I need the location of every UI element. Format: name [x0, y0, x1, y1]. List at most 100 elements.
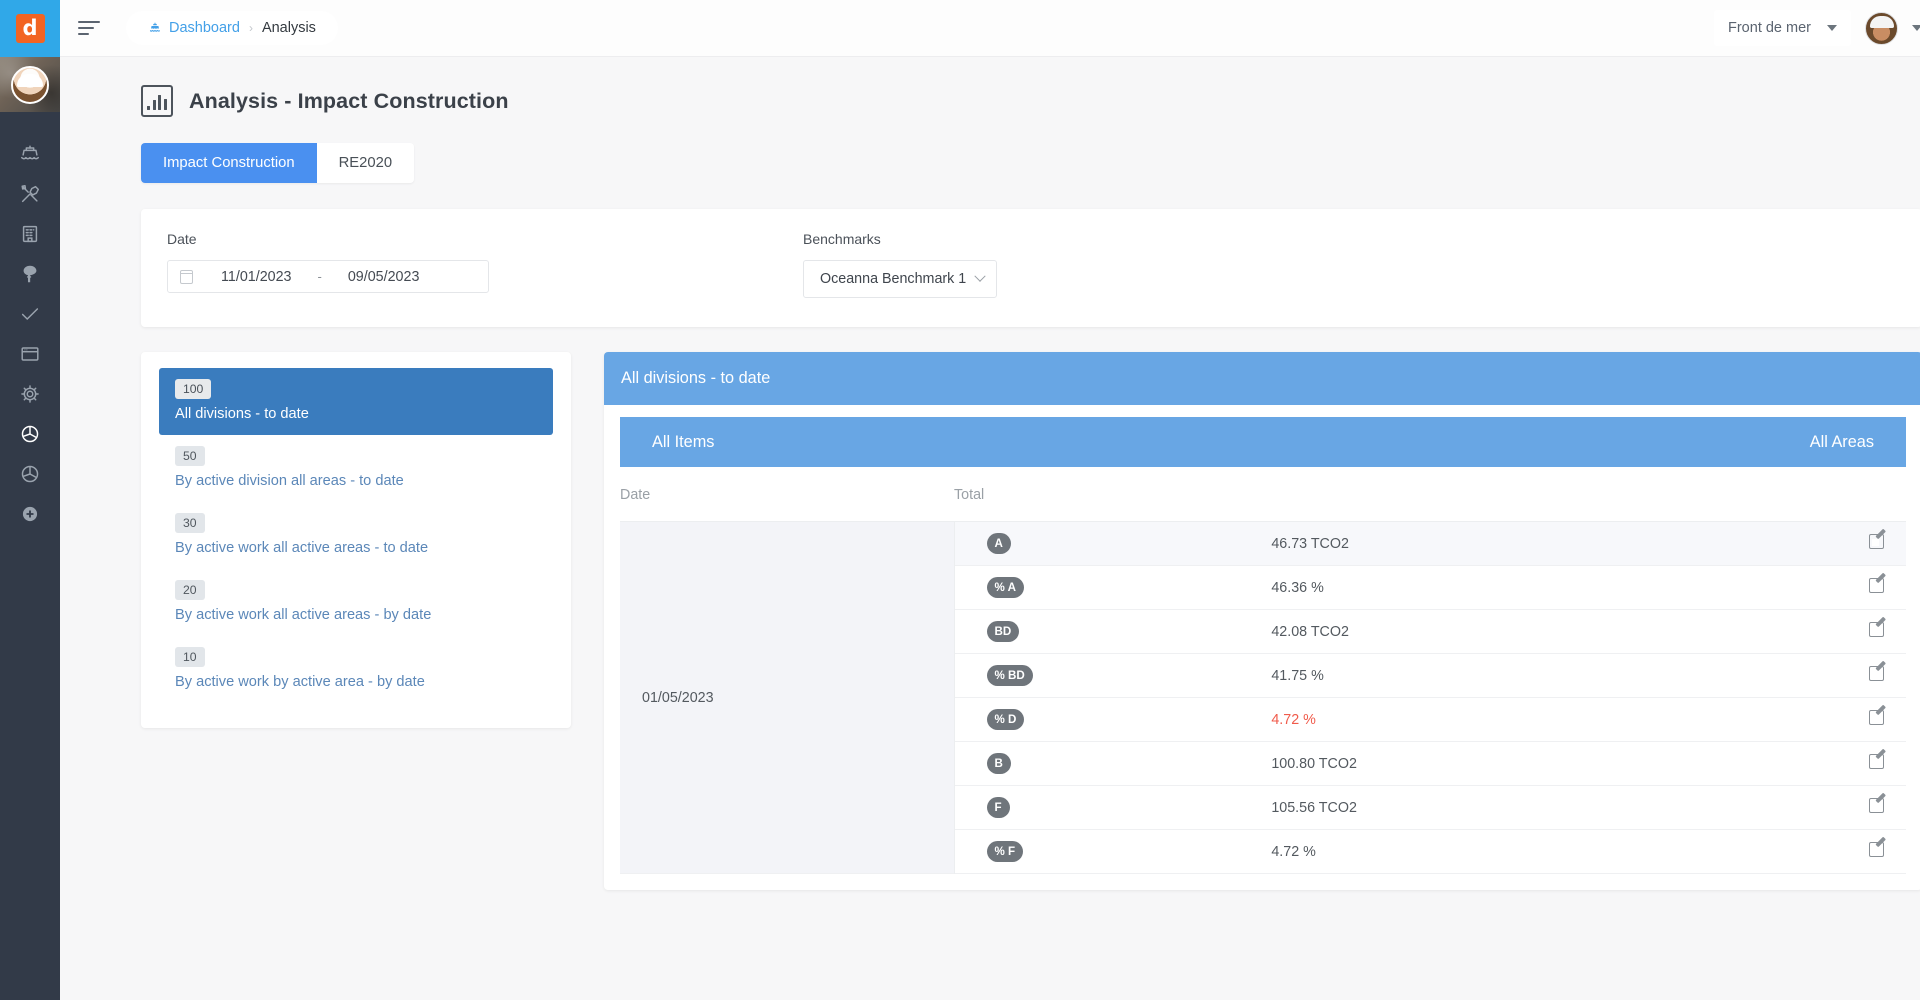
benchmarks-filter: Benchmarks Oceanna Benchmark 1: [803, 231, 997, 305]
cell-value: 4.72 %: [1271, 843, 1316, 860]
cell-actions: [1589, 786, 1906, 830]
cell-value: 46.36 %: [1271, 579, 1324, 596]
filters-card: Date 11/01/2023 - 09/05/2023 Benchmarks …: [141, 209, 1920, 327]
edit-icon[interactable]: [1869, 797, 1884, 813]
column-header-total: Total: [954, 467, 1906, 522]
list-item[interactable]: 100 All divisions - to date: [159, 368, 553, 435]
pie-chart-icon: [19, 463, 41, 485]
ship-icon: [148, 21, 162, 35]
cell-value: 41.75 %: [1271, 667, 1324, 684]
cell-actions: [1589, 830, 1906, 874]
sidebar-item-settings[interactable]: [0, 374, 60, 414]
sidebar-item-check[interactable]: [0, 294, 60, 334]
company-selector-label: Front de mer: [1728, 20, 1811, 36]
benchmarks-select[interactable]: Oceanna Benchmark 1: [803, 260, 997, 298]
edit-icon[interactable]: [1869, 841, 1884, 857]
bar-chart-icon: [141, 85, 173, 117]
metric-badge: % BD: [986, 665, 1033, 686]
sidebar-item-browser[interactable]: [0, 334, 60, 374]
cell-badge: A: [954, 521, 1272, 566]
edit-icon[interactable]: [1869, 621, 1884, 637]
list-item-number: 20: [175, 580, 205, 600]
list-item-label: By active work all active areas - by dat…: [175, 607, 432, 623]
sidebar-item-analysis[interactable]: [0, 414, 60, 454]
cell-badge: B: [954, 742, 1271, 786]
cell-badge: F: [954, 786, 1271, 830]
app-root: d Dashboard › Analysis Front de mer Anal…: [0, 0, 1920, 1000]
list-item[interactable]: 10 By active work by active area - by da…: [159, 636, 553, 703]
pie-chart-icon: [19, 423, 41, 445]
cell-badge: BD: [954, 610, 1271, 654]
plus-circle-icon: [20, 504, 40, 524]
cell-date: 01/05/2023: [620, 521, 955, 874]
metric-badge: B: [986, 753, 1011, 774]
list-item-number: 100: [175, 379, 212, 399]
date-filter-label: Date: [167, 231, 197, 247]
cell-badge: % A: [954, 566, 1271, 610]
cell-badge: % BD: [954, 654, 1271, 698]
date-filter: Date 11/01/2023 - 09/05/2023: [167, 231, 803, 305]
user-avatar[interactable]: [1865, 11, 1898, 45]
cell-value: 105.56 TCO2: [1271, 799, 1357, 816]
sidebar-nav: [0, 112, 60, 1000]
list-item-label: By active work all active areas - to dat…: [175, 540, 429, 556]
table-row: 01/05/2023 A 46.73 TCO2: [620, 521, 1906, 874]
page-body: Analysis - Impact Construction Impact Co…: [60, 57, 1920, 1000]
logo-letter: d: [15, 14, 45, 43]
results-sub-banner: All Items All Areas: [620, 417, 1906, 467]
top-bar: Dashboard › Analysis Front de mer: [60, 0, 1920, 57]
date-range-input[interactable]: 11/01/2023 - 09/05/2023: [167, 260, 489, 293]
user-menu-chevron-down-icon[interactable]: [1912, 25, 1920, 31]
list-item-label: By active work by active area - by date: [175, 674, 425, 690]
tab-impact-construction[interactable]: Impact Construction: [141, 143, 317, 183]
sidebar-item-reports[interactable]: [0, 454, 60, 494]
results-table-head: Date Total: [620, 467, 1906, 522]
sidebar: d: [0, 0, 60, 1000]
cell-badge: % F: [954, 830, 1271, 874]
cell-badge: % D: [954, 698, 1271, 742]
tab-re2020[interactable]: RE2020: [316, 143, 415, 183]
chevron-down-icon: [1827, 25, 1837, 31]
results-banner: All divisions - to date: [604, 352, 1920, 405]
analysis-tabs: Impact Construction RE2020: [141, 143, 415, 183]
edit-icon[interactable]: [1869, 533, 1884, 549]
cell-value: 4.72 %: [1271, 711, 1316, 728]
date-range-separator: -: [317, 269, 322, 284]
cell-actions: [1589, 742, 1906, 786]
check-icon: [19, 303, 41, 325]
benchmarks-filter-label: Benchmarks: [803, 231, 881, 247]
app-logo[interactable]: d: [0, 0, 60, 57]
breadcrumb-dashboard-link[interactable]: Dashboard: [148, 20, 240, 36]
page-header: Analysis - Impact Construction: [82, 57, 1920, 117]
tools-icon: [19, 183, 41, 205]
list-item[interactable]: 20 By active work all active areas - by …: [159, 569, 553, 636]
menu-toggle-icon[interactable]: [78, 15, 104, 41]
edit-icon[interactable]: [1869, 709, 1884, 725]
sidebar-item-tools[interactable]: [0, 174, 60, 214]
list-item[interactable]: 30 By active work all active areas - to …: [159, 502, 553, 569]
edit-icon[interactable]: [1869, 753, 1884, 769]
results-table-body: 01/05/2023 A 46.73 TCO2 % A 46.36 % BD 4…: [620, 521, 1906, 874]
edit-icon[interactable]: [1869, 665, 1884, 681]
results-all-items-label: All Items: [652, 432, 715, 451]
cell-value: 42.08 TCO2: [1271, 623, 1349, 640]
list-item[interactable]: 50 By active division all areas - to dat…: [159, 435, 553, 502]
list-item-number: 30: [175, 513, 205, 533]
list-item-number: 50: [175, 446, 205, 466]
company-selector[interactable]: Front de mer: [1714, 10, 1851, 46]
sidebar-item-add[interactable]: [0, 494, 60, 534]
sidebar-item-building[interactable]: [0, 214, 60, 254]
sidebar-user-photo[interactable]: [0, 57, 60, 112]
sidebar-item-tree[interactable]: [0, 254, 60, 294]
main-region: Dashboard › Analysis Front de mer Analys…: [60, 0, 1920, 1000]
list-item-label: All divisions - to date: [175, 406, 309, 422]
calendar-icon: [179, 269, 194, 284]
edit-icon[interactable]: [1869, 577, 1884, 593]
benchmarks-selected-value: Oceanna Benchmark 1: [820, 271, 967, 287]
building-icon: [19, 223, 41, 245]
sidebar-item-ship[interactable]: [0, 134, 60, 174]
browser-window-icon: [19, 343, 41, 365]
metric-badge: % F: [986, 841, 1024, 862]
page-title: Analysis - Impact Construction: [189, 88, 509, 113]
results-all-areas-label: All Areas: [1809, 432, 1874, 451]
